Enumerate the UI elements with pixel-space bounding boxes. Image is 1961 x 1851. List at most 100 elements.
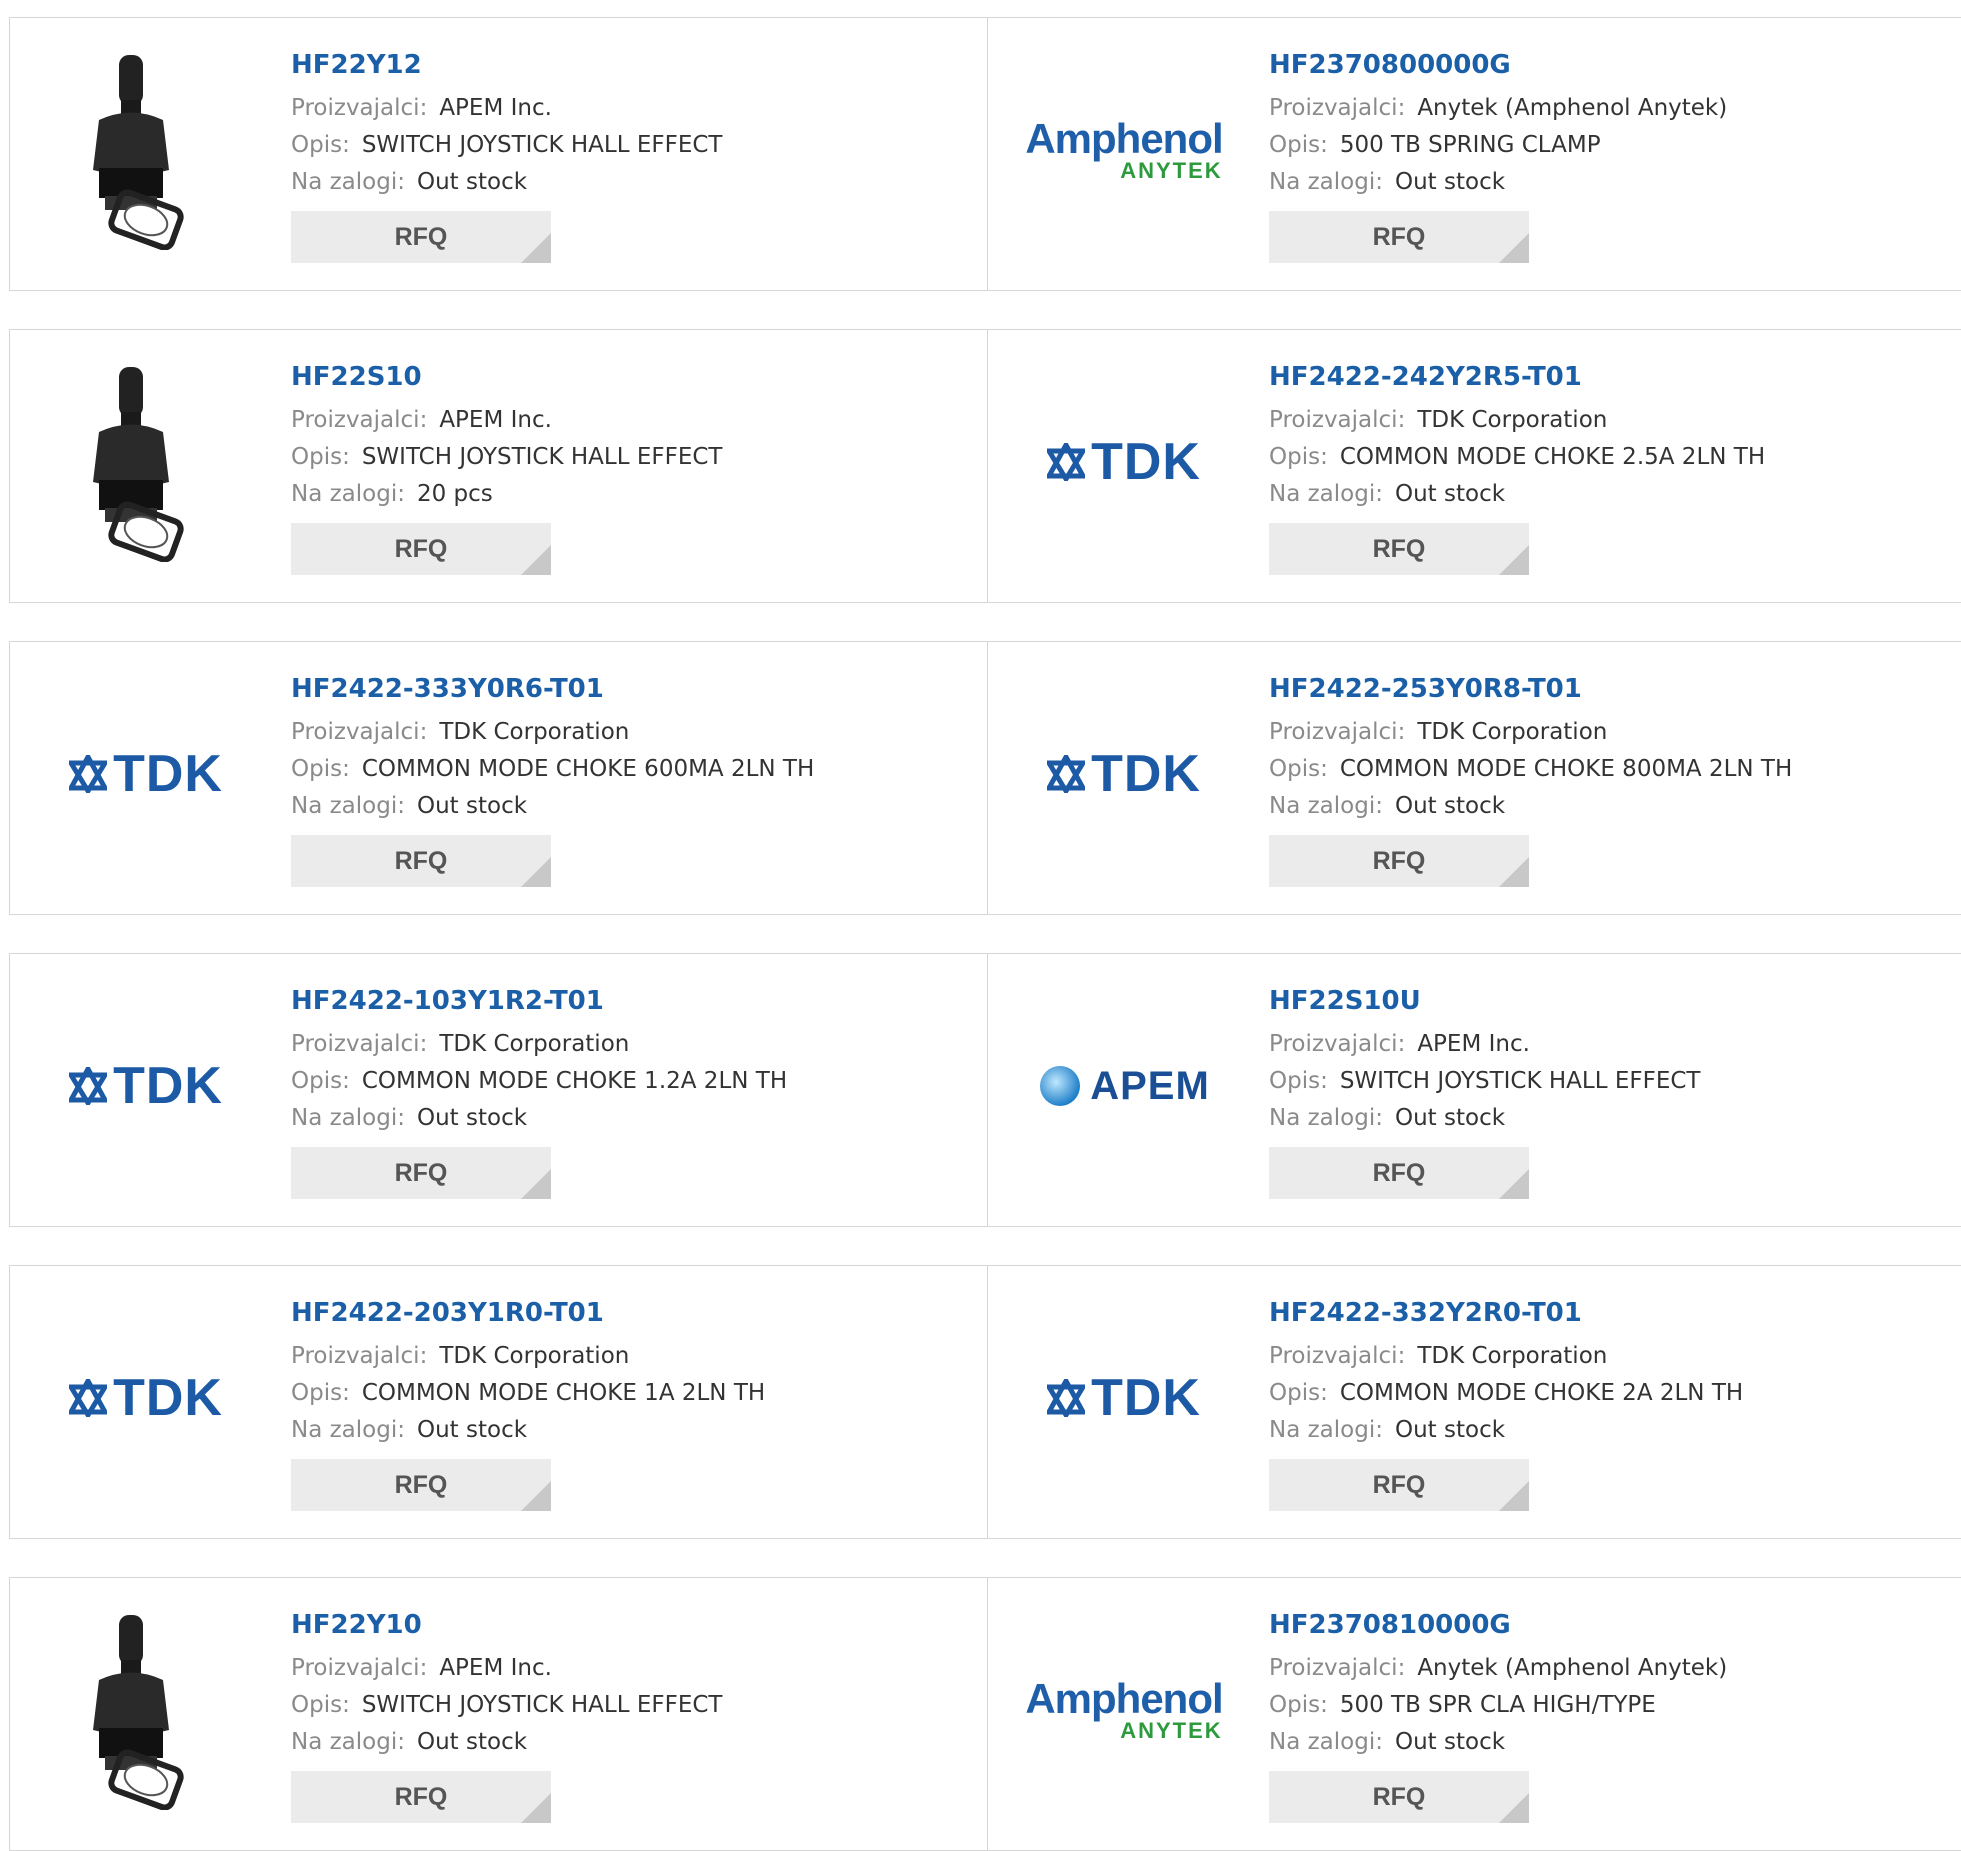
manufacturer-label: Proizvajalci: bbox=[1269, 407, 1406, 433]
product-image[interactable]: TDK bbox=[46, 674, 246, 874]
stock-label: Na zalogi: bbox=[291, 793, 405, 819]
rfq-button[interactable]: RFQ bbox=[1269, 1147, 1529, 1199]
tdk-logo-text: TDK bbox=[1091, 433, 1201, 491]
product-image[interactable] bbox=[46, 1610, 246, 1810]
manufacturer-line: Proizvajalci: APEM Inc. bbox=[291, 402, 722, 439]
corner-decoration bbox=[521, 1793, 551, 1823]
rfq-button[interactable]: RFQ bbox=[291, 1459, 551, 1511]
product-image[interactable]: APEM bbox=[1024, 986, 1224, 1186]
product-card: APEM HF22S10U Proizvajalci: APEM Inc. Opis: S… bbox=[988, 954, 1961, 1226]
description-line: Opis: COMMON MODE CHOKE 600MA 2LN TH bbox=[291, 751, 814, 788]
part-number-link[interactable]: HF22S10 bbox=[291, 360, 722, 402]
description-value: SWITCH JOYSTICK HALL EFFECT bbox=[361, 1692, 723, 1718]
product-row: HF22S10 Proizvajalci: APEM Inc. Opis: SWITCH… bbox=[9, 329, 1961, 603]
product-image[interactable]: Amphenol ANYTEK bbox=[1024, 50, 1224, 250]
rfq-button[interactable]: RFQ bbox=[1269, 211, 1529, 263]
description-line: Opis: COMMON MODE CHOKE 2A 2LN TH bbox=[1269, 1375, 1743, 1412]
stock-value: Out stock bbox=[416, 1417, 528, 1443]
part-number-link[interactable]: HF22Y10 bbox=[291, 1608, 722, 1650]
manufacturer-label: Proizvajalci: bbox=[291, 1343, 428, 1369]
product-grid: HF22Y12 Proizvajalci: APEM Inc. Opis: SWITCH… bbox=[0, 0, 1961, 1851]
product-image[interactable]: TDK bbox=[46, 1298, 246, 1498]
product-card: HF22S10 Proizvajalci: APEM Inc. Opis: SWITCH… bbox=[10, 330, 988, 602]
manufacturer-label: Proizvajalci: bbox=[1269, 1655, 1406, 1681]
product-row: TDK HF2422-333Y0R6-T01 Proizvajalci: TDK Co… bbox=[9, 641, 1961, 915]
part-number-link[interactable]: HF2422-333Y0R6-T01 bbox=[291, 672, 814, 714]
product-card: TDK HF2422-242Y2R5-T01 Proizvajalci: TDK Co… bbox=[988, 330, 1961, 602]
rfq-label: RFQ bbox=[1372, 1470, 1426, 1499]
product-card: TDK HF2422-203Y1R0-T01 Proizvajalci: TDK Co… bbox=[10, 1266, 988, 1538]
description-line: Opis: SWITCH JOYSTICK HALL EFFECT bbox=[291, 439, 722, 476]
product-image[interactable]: TDK bbox=[1024, 362, 1224, 562]
rfq-label: RFQ bbox=[1372, 222, 1426, 251]
description-value: SWITCH JOYSTICK HALL EFFECT bbox=[361, 132, 723, 158]
rfq-button[interactable]: RFQ bbox=[1269, 523, 1529, 575]
product-card: TDK HF2422-332Y2R0-T01 Proizvajalci: TDK Co… bbox=[988, 1266, 1961, 1538]
description-line: Opis: COMMON MODE CHOKE 1.2A 2LN TH bbox=[291, 1063, 787, 1100]
product-image[interactable] bbox=[46, 362, 246, 562]
rfq-button[interactable]: RFQ bbox=[291, 523, 551, 575]
manufacturer-line: Proizvajalci: Anytek (Amphenol Anytek) bbox=[1269, 1650, 1727, 1687]
rfq-button[interactable]: RFQ bbox=[1269, 1771, 1529, 1823]
manufacturer-value: APEM Inc. bbox=[1417, 1031, 1530, 1057]
manufacturer-label: Proizvajalci: bbox=[291, 407, 428, 433]
product-image[interactable]: TDK bbox=[1024, 1298, 1224, 1498]
rfq-button[interactable]: RFQ bbox=[291, 1147, 551, 1199]
stock-value: Out stock bbox=[1394, 793, 1506, 819]
part-number-link[interactable]: HF22S10U bbox=[1269, 984, 1700, 1026]
stock-line: Na zalogi: Out stock bbox=[1269, 164, 1727, 201]
stock-value: Out stock bbox=[1394, 1417, 1506, 1443]
product-image[interactable]: TDK bbox=[46, 986, 246, 1186]
manufacturer-label: Proizvajalci: bbox=[1269, 719, 1406, 745]
rfq-label: RFQ bbox=[1372, 846, 1426, 875]
part-number-link[interactable]: HF2370800000G bbox=[1269, 48, 1727, 90]
description-value: SWITCH JOYSTICK HALL EFFECT bbox=[361, 444, 723, 470]
part-number-link[interactable]: HF2422-242Y2R5-T01 bbox=[1269, 360, 1765, 402]
product-row: TDK HF2422-103Y1R2-T01 Proizvajalci: TDK Co… bbox=[9, 953, 1961, 1227]
anytek-logo-text: ANYTEK bbox=[1120, 1718, 1223, 1743]
stock-line: Na zalogi: Out stock bbox=[1269, 1100, 1700, 1137]
corner-decoration bbox=[1499, 1481, 1529, 1511]
description-line: Opis: SWITCH JOYSTICK HALL EFFECT bbox=[291, 1687, 722, 1724]
stock-value: 20 pcs bbox=[416, 481, 493, 507]
corner-decoration bbox=[1499, 233, 1529, 263]
product-card: TDK HF2422-253Y0R8-T01 Proizvajalci: TDK Co… bbox=[988, 642, 1961, 914]
rfq-label: RFQ bbox=[394, 222, 448, 251]
product-image[interactable]: Amphenol ANYTEK bbox=[1024, 1610, 1224, 1810]
product-card: TDK HF2422-333Y0R6-T01 Proizvajalci: TDK Co… bbox=[10, 642, 988, 914]
description-value: COMMON MODE CHOKE 600MA 2LN TH bbox=[361, 756, 815, 782]
product-image[interactable] bbox=[46, 50, 246, 250]
rfq-button[interactable]: RFQ bbox=[1269, 1459, 1529, 1511]
stock-value: Out stock bbox=[1394, 481, 1506, 507]
part-number-link[interactable]: HF2422-103Y1R2-T01 bbox=[291, 984, 787, 1026]
stock-value: Out stock bbox=[416, 169, 528, 195]
part-number-link[interactable]: HF2422-253Y0R8-T01 bbox=[1269, 672, 1792, 714]
description-label: Opis: bbox=[1269, 1068, 1328, 1094]
description-label: Opis: bbox=[1269, 1380, 1328, 1406]
part-number-link[interactable]: HF2422-332Y2R0-T01 bbox=[1269, 1296, 1743, 1338]
corner-decoration bbox=[521, 233, 551, 263]
description-line: Opis: SWITCH JOYSTICK HALL EFFECT bbox=[291, 127, 722, 164]
corner-decoration bbox=[521, 1169, 551, 1199]
product-image[interactable]: TDK bbox=[1024, 674, 1224, 874]
rfq-label: RFQ bbox=[1372, 1158, 1426, 1187]
stock-value: Out stock bbox=[1394, 169, 1506, 195]
part-number-link[interactable]: HF2422-203Y1R0-T01 bbox=[291, 1296, 765, 1338]
description-line: Opis: COMMON MODE CHOKE 800MA 2LN TH bbox=[1269, 751, 1792, 788]
description-value: SWITCH JOYSTICK HALL EFFECT bbox=[1339, 1068, 1701, 1094]
description-label: Opis: bbox=[291, 132, 350, 158]
product-info: HF2422-103Y1R2-T01 Proizvajalci: TDK Corpo… bbox=[291, 984, 787, 1199]
apem-logo-text: APEM bbox=[1090, 1063, 1210, 1108]
part-number-link[interactable]: HF22Y12 bbox=[291, 48, 722, 90]
rfq-button[interactable]: RFQ bbox=[291, 211, 551, 263]
part-number-link[interactable]: HF2370810000G bbox=[1269, 1608, 1727, 1650]
manufacturer-line: Proizvajalci: TDK Corporation bbox=[291, 1338, 765, 1375]
corner-decoration bbox=[1499, 1169, 1529, 1199]
corner-decoration bbox=[1499, 545, 1529, 575]
rfq-button[interactable]: RFQ bbox=[291, 1771, 551, 1823]
rfq-button[interactable]: RFQ bbox=[291, 835, 551, 887]
description-line: Opis: 500 TB SPR CLA HIGH/TYPE bbox=[1269, 1687, 1727, 1724]
description-label: Opis: bbox=[291, 1068, 350, 1094]
rfq-button[interactable]: RFQ bbox=[1269, 835, 1529, 887]
stock-line: Na zalogi: 20 pcs bbox=[291, 476, 722, 513]
